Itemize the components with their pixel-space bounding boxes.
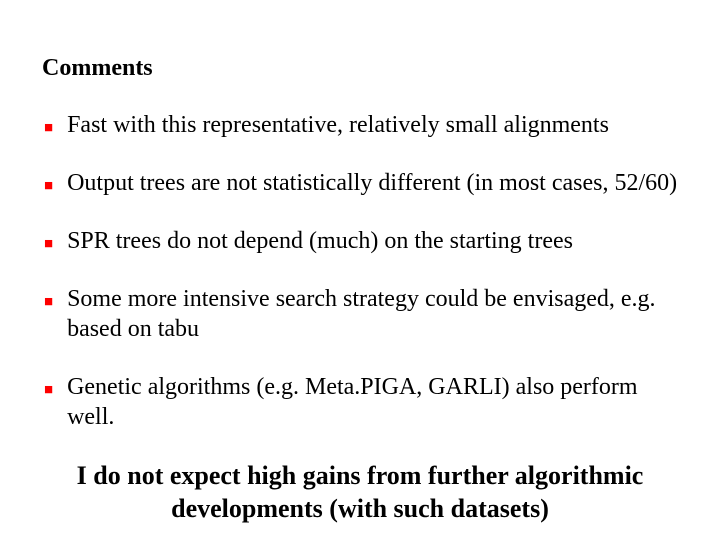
bullet-text: Genetic algorithms (e.g. Meta.PIGA, GARL… <box>67 372 678 432</box>
bullet-item: ■ SPR trees do not depend (much) on the … <box>42 226 678 256</box>
square-bullet-icon: ■ <box>44 110 53 140</box>
slide-title: Comments <box>42 55 678 82</box>
bullet-item: ■ Genetic algorithms (e.g. Meta.PIGA, GA… <box>42 372 678 432</box>
square-bullet-icon: ■ <box>44 372 53 402</box>
square-bullet-icon: ■ <box>44 226 53 256</box>
closing-statement: I do not expect high gains from further … <box>42 460 678 525</box>
square-bullet-icon: ■ <box>44 168 53 198</box>
bullet-item: ■ Output trees are not statistically dif… <box>42 168 678 198</box>
slide: Comments ■ Fast with this representative… <box>0 0 720 540</box>
bullet-text: Some more intensive search strategy coul… <box>67 284 678 344</box>
bullet-text: SPR trees do not depend (much) on the st… <box>67 226 678 256</box>
bullet-item: ■ Some more intensive search strategy co… <box>42 284 678 344</box>
bullet-text: Fast with this representative, relativel… <box>67 110 678 140</box>
square-bullet-icon: ■ <box>44 284 53 314</box>
bullet-text: Output trees are not statistically diffe… <box>67 168 678 198</box>
bullet-item: ■ Fast with this representative, relativ… <box>42 110 678 140</box>
